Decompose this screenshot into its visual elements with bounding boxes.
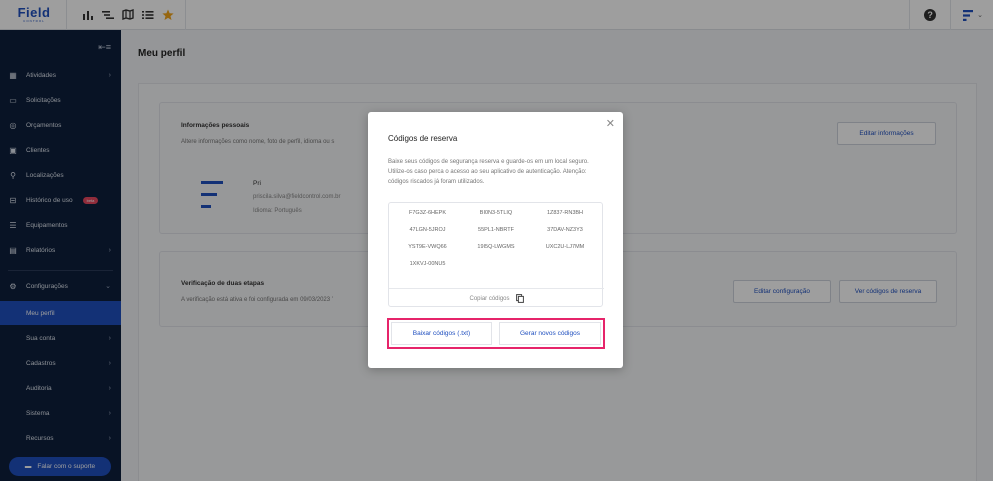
copy-codes-button[interactable]: Copiar códigos (389, 288, 604, 308)
backup-code: 1Z837-RN3BH (546, 210, 584, 216)
backup-code: 47LGN-5JROJ (409, 227, 446, 233)
close-icon[interactable]: ✕ (606, 117, 615, 130)
generate-new-codes-button[interactable]: Gerar novos códigos (499, 322, 601, 345)
backup-code: F7G3Z-6HEPK (409, 210, 446, 216)
backup-code: 55PL1-NBRTF (478, 227, 514, 233)
copy-icon (515, 294, 524, 303)
backup-code: 1XKVJ-00NU5 (409, 261, 446, 267)
backup-code: 37DAV-NZ3Y3 (547, 227, 583, 233)
backup-code: BI0N3-5TLIQ (479, 210, 513, 216)
backup-codes-modal: ✕ Códigos de reserva Baixe seus códigos … (368, 112, 623, 368)
copy-codes-label: Copiar códigos (469, 295, 510, 302)
backup-code: UXC2U-LJ7MM (545, 244, 585, 250)
codes-grid: F7G3Z-6HEPK BI0N3-5TLIQ 1Z837-RN3BH 47LG… (389, 209, 604, 268)
modal-description: Baixe seus códigos de segurança reserva … (388, 159, 589, 185)
backup-code: YST9E-VWQ66 (408, 244, 447, 250)
codes-box: F7G3Z-6HEPK BI0N3-5TLIQ 1Z837-RN3BH 47LG… (388, 202, 604, 308)
backup-code: 19I5Q-LWGMS (477, 244, 515, 250)
download-codes-button[interactable]: Baixar códigos (.txt) (391, 322, 492, 345)
modal-title: Códigos de reserva (388, 134, 458, 143)
